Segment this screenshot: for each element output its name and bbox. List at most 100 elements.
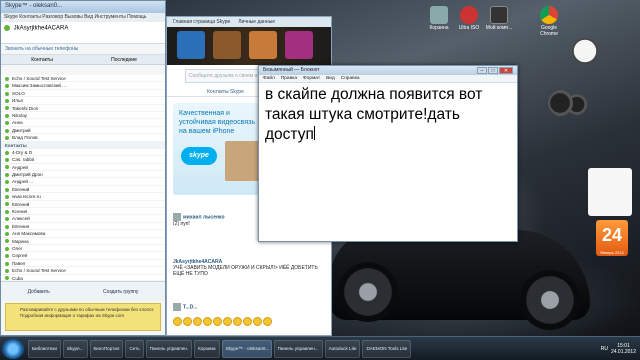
- contact-item[interactable]: Андрей ...: [1, 178, 165, 186]
- taskbar-item[interactable]: Skype...: [62, 339, 88, 358]
- start-button[interactable]: [2, 338, 24, 359]
- tab-profile[interactable]: Личные данные: [238, 19, 275, 25]
- taskbar-item[interactable]: Autoduck Lite: [324, 339, 361, 358]
- smiley-icon[interactable]: [233, 317, 242, 326]
- banner-thumb[interactable]: [249, 31, 277, 59]
- desktop-icon-chrome[interactable]: Google Chrome: [534, 6, 564, 37]
- taskbar-item[interactable]: КиnoПортал: [89, 339, 124, 358]
- taskbar-item[interactable]: Библиотеки: [28, 339, 61, 358]
- taskbar-item[interactable]: DAEMON Tools Lite: [362, 339, 412, 358]
- contact-item[interactable]: Дмитрий Дрон: [1, 171, 165, 179]
- contact-item[interactable]: Nikolay: [1, 112, 165, 120]
- taskbar-item[interactable]: Панель управлен...: [273, 339, 323, 358]
- skype-menu-bar[interactable]: Skype Контакты Разговор Вызовы Вид Инстр…: [1, 13, 165, 22]
- contact-item[interactable]: Андрей: [1, 164, 165, 172]
- skype-contact-tabs: Контакты Последние: [1, 55, 165, 65]
- smiley-icon[interactable]: [203, 317, 212, 326]
- smiley-icon[interactable]: [223, 317, 232, 326]
- feed-item[interactable]: T...D...: [173, 303, 323, 311]
- contact-item[interactable]: Сергей: [1, 252, 165, 260]
- desktop-icon-recycle[interactable]: Корзина: [424, 6, 454, 31]
- smiley-icon[interactable]: [243, 317, 252, 326]
- menu-help[interactable]: Справка: [341, 76, 360, 81]
- tab-contacts[interactable]: Контакты: [1, 55, 83, 64]
- status-icon: [5, 76, 9, 81]
- contact-item[interactable]: Аня Максимова: [1, 230, 165, 238]
- contact-item[interactable]: Дмитрий: [1, 127, 165, 135]
- tab-recent[interactable]: Последние: [83, 55, 165, 64]
- contact-item[interactable]: Сas. rabbit: [1, 156, 165, 164]
- contact-item[interactable]: Евгений: [1, 201, 165, 209]
- create-group-button[interactable]: Создать группу: [103, 289, 138, 295]
- banner-thumb[interactable]: [285, 31, 313, 59]
- contact-list[interactable]: Echo / Sound Test Service Максим Замыслов…: [1, 75, 165, 280]
- call-phones-link[interactable]: Звонить на обычные телефоны: [1, 44, 165, 55]
- contact-item[interactable]: Ксения: [1, 208, 165, 216]
- contact-item[interactable]: Олег: [1, 245, 165, 253]
- taskbar-item[interactable]: Панель управлен.: [145, 339, 193, 358]
- contact-item[interactable]: Евгения: [1, 223, 165, 231]
- status-icon: [5, 84, 9, 89]
- online-status-icon[interactable]: [4, 25, 10, 31]
- contact-item[interactable]: SOLO: [1, 90, 165, 98]
- contact-item[interactable]: Cuba: [1, 275, 165, 280]
- notepad-title-bar[interactable]: Безымянный — Блокнот – □ ✕: [259, 66, 517, 75]
- status-icon: [5, 106, 9, 111]
- smiley-icon[interactable]: [193, 317, 202, 326]
- contact-item[interactable]: Илья: [1, 97, 165, 105]
- add-contact-button[interactable]: Добавить: [28, 289, 50, 295]
- skype-ad-banner[interactable]: Разговаривайте с друзьями по обычным тел…: [5, 303, 161, 331]
- status-icon: [5, 209, 9, 214]
- notepad-text-area[interactable]: в скайпе должна появится вот такая штука…: [265, 85, 513, 145]
- desktop-icon-computer[interactable]: Мой комп...: [484, 6, 514, 31]
- maximize-button[interactable]: □: [488, 67, 498, 74]
- minimize-button[interactable]: –: [477, 67, 487, 74]
- calendar-month-gadget: [588, 168, 632, 216]
- banner-thumb[interactable]: [213, 31, 241, 59]
- taskbar-item[interactable]: Skype™ - oleksan0...: [221, 339, 272, 358]
- taskbar-item[interactable]: Сеть: [125, 339, 144, 358]
- contact-item[interactable]: Алексей: [1, 215, 165, 223]
- emoticon-row[interactable]: [173, 317, 323, 329]
- desktop-icon-ultraiso[interactable]: Ultra ISO: [454, 6, 484, 31]
- menu-format[interactable]: Формат: [303, 76, 320, 81]
- feed-item[interactable]: JkAsyrjtkhe4ACARA УЧЁ <ЗАВИТЬ МОДЕЛИ ОРУ…: [173, 259, 323, 277]
- banner-thumb[interactable]: [177, 31, 205, 59]
- menu-view[interactable]: Вид: [326, 76, 335, 81]
- status-icon: [5, 254, 9, 259]
- language-indicator[interactable]: RU: [601, 346, 608, 352]
- smiley-icon[interactable]: [213, 317, 222, 326]
- computer-icon: [490, 6, 508, 24]
- home-tabs: Главная страница Skype Личные данные: [167, 17, 331, 27]
- contact-item[interactable]: Echo / Sound Test Service: [1, 267, 165, 275]
- menu-edit[interactable]: Правка: [281, 76, 297, 81]
- close-button[interactable]: ✕: [499, 67, 513, 74]
- contact-item[interactable]: Марина: [1, 238, 165, 245]
- contact-item[interactable]: Максим Замысловский ...: [1, 82, 165, 90]
- contact-item[interactable]: Влад Попов: [1, 134, 165, 142]
- status-icon: [5, 187, 9, 192]
- menu-file[interactable]: Файл: [263, 76, 275, 81]
- taskbar: Библиотеки Skype... КиnoПортал Сеть Панель у…: [0, 336, 640, 360]
- contact-item[interactable]: Takeshi Dion: [1, 105, 165, 112]
- contact-item[interactable]: www.Iscore.ru: [1, 193, 165, 201]
- system-tray: RU 15:01 24.01.2012: [597, 337, 640, 360]
- smiley-icon[interactable]: [183, 317, 192, 326]
- contact-item[interactable]: Павел: [1, 260, 165, 268]
- smiley-icon[interactable]: [263, 317, 272, 326]
- smiley-icon[interactable]: [173, 317, 182, 326]
- smiley-icon[interactable]: [253, 317, 262, 326]
- status-icon: [5, 261, 9, 266]
- contact-item[interactable]: Евгений: [1, 186, 165, 194]
- status-icon: [5, 202, 9, 207]
- contact-group-header[interactable]: Контакты: [1, 141, 165, 149]
- clock[interactable]: 15:01 24.01.2012: [611, 343, 636, 355]
- skype-title-bar[interactable]: Skype™ - oleksan0...: [1, 1, 165, 13]
- skype-profile[interactable]: JkAsyrjtkhe4ACARA: [1, 22, 165, 44]
- skype-bottom-bar: Добавить Создать группу: [1, 281, 165, 301]
- taskbar-item[interactable]: Корзина: [194, 339, 220, 358]
- contact-item[interactable]: 4-Dry & D: [1, 149, 165, 157]
- tab-skype-home[interactable]: Главная страница Skype: [173, 19, 230, 25]
- contact-item[interactable]: Echo / Sound Test Service: [1, 75, 165, 83]
- contact-item[interactable]: Анна: [1, 119, 165, 127]
